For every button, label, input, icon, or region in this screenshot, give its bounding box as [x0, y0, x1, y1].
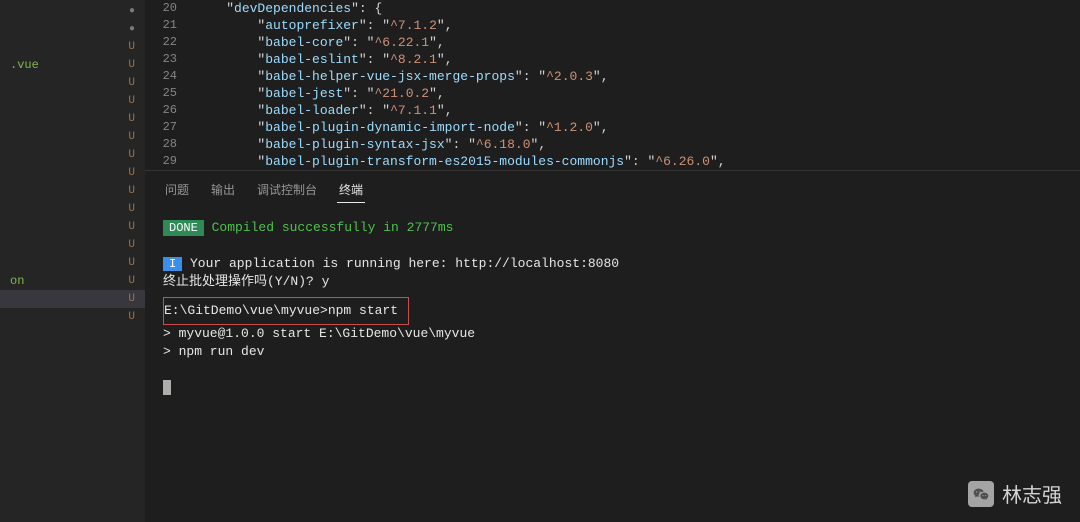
file-gutter-item[interactable]: U	[0, 164, 145, 182]
panel-tab[interactable]: 问题	[163, 177, 191, 203]
main-area: 20212223242526272829 "devDependencies": …	[145, 0, 1080, 522]
bottom-panel: 问题输出调试控制台终端 DONE Compiled successfully i…	[145, 170, 1080, 522]
file-gutter-item[interactable]: U	[0, 218, 145, 236]
running-message: Your application is running here: http:/…	[182, 256, 619, 271]
panel-tab[interactable]: 终端	[337, 177, 365, 203]
file-gutter-item[interactable]: onU	[0, 272, 145, 290]
file-gutter-item[interactable]: U	[0, 92, 145, 110]
file-gutter-item[interactable]: U	[0, 128, 145, 146]
command-path: E:\GitDemo\vue\myvue>	[164, 303, 328, 318]
file-gutter-item[interactable]: ●	[0, 2, 145, 20]
info-badge: I	[163, 257, 182, 271]
file-gutter-item[interactable]: U	[0, 110, 145, 128]
panel-tab[interactable]: 调试控制台	[255, 177, 319, 203]
file-gutter-item[interactable]: U	[0, 74, 145, 92]
file-gutter-item[interactable]: .vueU	[0, 56, 145, 74]
file-gutter-item[interactable]: U	[0, 290, 145, 308]
compiled-message: Compiled successfully in 2777ms	[204, 220, 454, 235]
file-gutter-item[interactable]: U	[0, 182, 145, 200]
npm-output-line-2: > npm run dev	[163, 343, 1062, 361]
code-content[interactable]: "devDependencies": { "autoprefixer": "^7…	[195, 0, 1080, 170]
wechat-icon	[968, 481, 994, 507]
terminal-cursor[interactable]	[163, 380, 171, 395]
command-input[interactable]: npm start	[328, 303, 398, 318]
terminal-output[interactable]: DONE Compiled successfully in 2777ms I Y…	[145, 209, 1080, 522]
file-gutter: ●●U.vueUUUUUUUUUUUUonUUU	[0, 0, 145, 522]
line-number-gutter: 20212223242526272829	[145, 0, 195, 170]
file-gutter-item[interactable]: U	[0, 38, 145, 56]
terminate-prompt: 终止批处理操作吗(Y/N)? y	[163, 273, 1062, 291]
file-gutter-item[interactable]: ●	[0, 20, 145, 38]
watermark: 林志强	[968, 479, 1062, 508]
panel-tabs: 问题输出调试控制台终端	[145, 171, 1080, 209]
watermark-text: 林志强	[1002, 479, 1062, 508]
file-gutter-item[interactable]: U	[0, 236, 145, 254]
file-gutter-item[interactable]: U	[0, 308, 145, 326]
npm-output-line-1: > myvue@1.0.0 start E:\GitDemo\vue\myvue	[163, 325, 1062, 343]
panel-tab[interactable]: 输出	[209, 177, 237, 203]
code-editor[interactable]: 20212223242526272829 "devDependencies": …	[145, 0, 1080, 170]
command-highlight-box: E:\GitDemo\vue\myvue>npm start	[163, 297, 409, 325]
file-gutter-item[interactable]: U	[0, 146, 145, 164]
done-badge: DONE	[163, 220, 204, 236]
file-gutter-item[interactable]: U	[0, 254, 145, 272]
file-gutter-item[interactable]: U	[0, 200, 145, 218]
